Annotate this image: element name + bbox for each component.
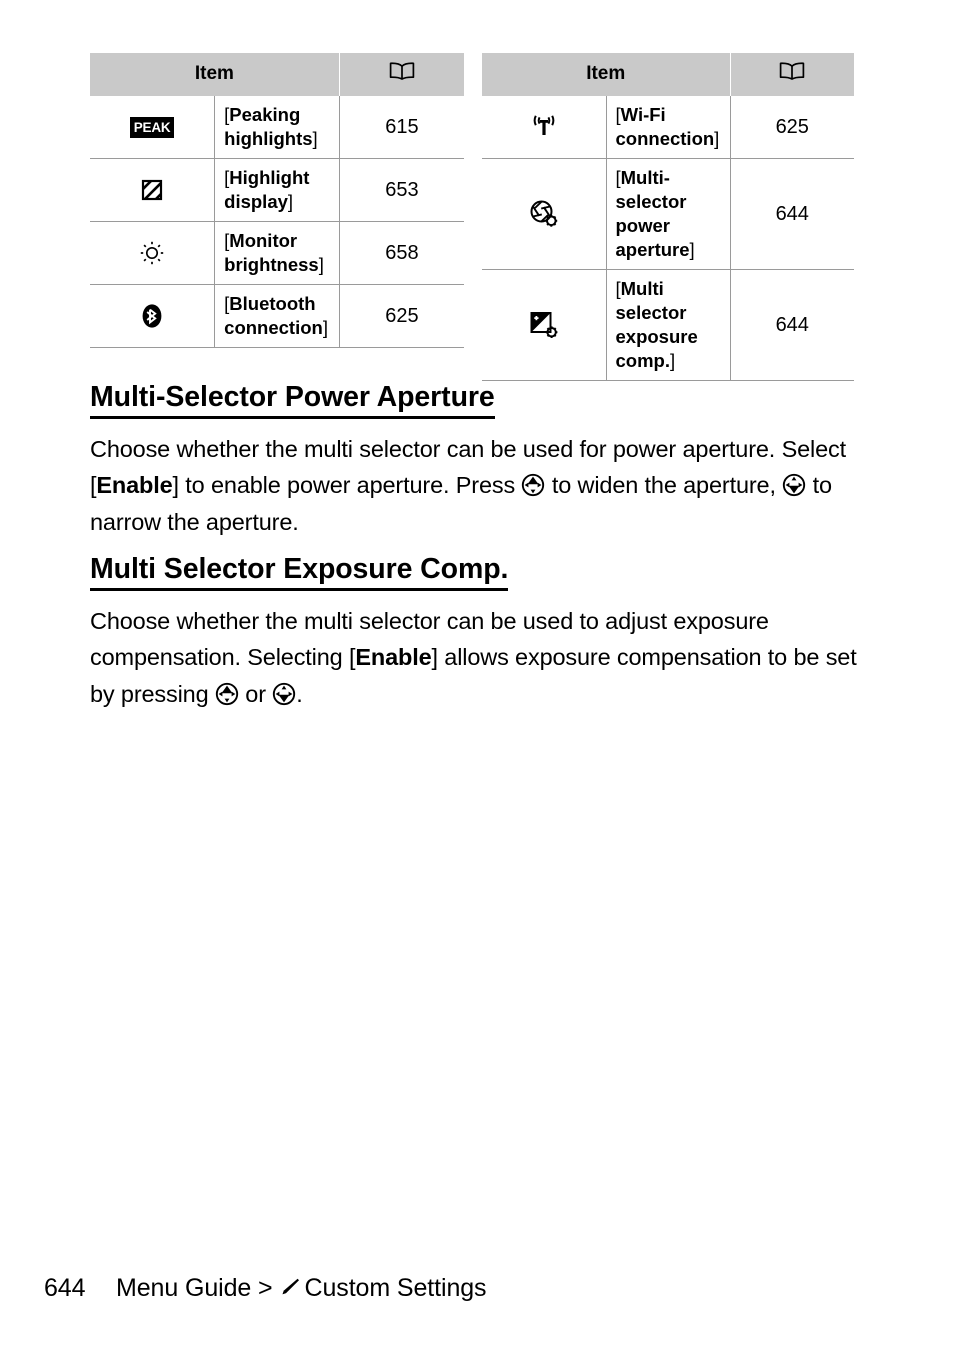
row-label-text: Wi-Fi connection xyxy=(615,104,715,150)
body-text-part-2: ] to enable power aperture. Press xyxy=(172,472,522,499)
row-icon-bluetooth-connection xyxy=(90,284,216,348)
row-page-reference: 625 xyxy=(339,284,464,348)
row-page-reference: 625 xyxy=(730,96,854,159)
section-body: Choose whether the multi selector can be… xyxy=(90,431,880,541)
reference-table-left: Item PEAK [Peaking highlights] 615 [High… xyxy=(90,53,464,349)
row-label-text: Monitor brightness xyxy=(224,230,319,276)
multi-selector-up-icon xyxy=(521,473,545,497)
section-heading: Multi Selector Exposure Comp. xyxy=(90,555,508,591)
row-page-reference: 615 xyxy=(339,96,464,159)
row-label-text: Bluetooth connection xyxy=(224,293,323,339)
table-bottom-rule xyxy=(90,347,464,349)
table-row: [Wi-Fi connection] 625 xyxy=(482,96,854,159)
row-label-text: Peaking highlights xyxy=(224,104,313,150)
multi-selector-down-icon xyxy=(272,682,296,706)
table-header-row: Item xyxy=(90,53,464,96)
row-page-reference: 658 xyxy=(339,221,464,285)
wifi-connection-icon xyxy=(529,114,559,140)
body-text-part-3: or xyxy=(238,680,273,707)
table-bottom-rule xyxy=(482,380,854,382)
reference-table-right: Item [Wi-Fi connection] 625 [Multi-selec… xyxy=(482,53,854,382)
row-label-text: Highlight display xyxy=(224,167,310,213)
section-multi-selector-exposure-comp: Multi Selector Exposure Comp. Choose whe… xyxy=(90,555,880,712)
row-label: [Multi-selector power aperture] xyxy=(606,158,731,270)
pencil-icon xyxy=(277,1275,301,1299)
column-header-item: Item xyxy=(482,53,731,96)
peaking-highlights-icon: PEAK xyxy=(129,116,175,139)
row-page-reference: 653 xyxy=(339,158,464,222)
section-multi-selector-power-aperture: Multi-Selector Power Aperture Choose whe… xyxy=(90,383,880,540)
highlight-display-icon xyxy=(140,178,164,202)
body-text-part-4: . xyxy=(296,680,303,707)
page-footer: 644 Menu Guide > Custom Settings xyxy=(44,1274,487,1303)
body-emphasis-enable: Enable xyxy=(355,644,432,671)
row-label-text: Multi-selector power aperture xyxy=(615,167,690,261)
table-row: [Monitor brightness] 658 xyxy=(90,221,464,285)
multi-selector-down-icon xyxy=(782,473,806,497)
table-header-row: Item xyxy=(482,53,854,96)
body-text-part-3: to widen the aperture, xyxy=(545,472,783,499)
row-icon-monitor-brightness xyxy=(90,221,216,285)
row-label-text: Multi selector exposure comp. xyxy=(615,278,698,372)
breadcrumb: Menu Guide > Custom Settings xyxy=(116,1274,487,1303)
table-row: [Multi selector exposure comp.] 644 xyxy=(482,269,854,381)
breadcrumb-prefix: Menu Guide > xyxy=(116,1274,273,1302)
row-label: [Peaking highlights] xyxy=(214,96,340,159)
book-icon xyxy=(779,62,805,80)
body-emphasis-enable: Enable xyxy=(96,472,173,499)
multi-selector-power-aperture-icon xyxy=(529,199,559,229)
breadcrumb-suffix: Custom Settings xyxy=(304,1274,487,1302)
row-label: [Multi selector exposure comp.] xyxy=(606,269,731,381)
section-body: Choose whether the multi selector can be… xyxy=(90,603,880,713)
table-row: [Bluetooth connection] 625 xyxy=(90,284,464,348)
row-label: [Highlight display] xyxy=(214,158,340,222)
monitor-brightness-icon xyxy=(139,240,165,266)
multi-selector-up-icon xyxy=(215,682,239,706)
row-icon-peaking-highlights: PEAK xyxy=(90,96,216,159)
row-icon-multi-selector-exposure-comp xyxy=(482,269,607,381)
row-label: [Bluetooth connection] xyxy=(214,284,340,348)
book-icon xyxy=(389,62,415,80)
row-label: [Wi-Fi connection] xyxy=(606,96,731,159)
table-row: [Multi-selector power aperture] 644 xyxy=(482,158,854,270)
section-heading: Multi-Selector Power Aperture xyxy=(90,383,495,419)
row-page-reference: 644 xyxy=(730,158,854,270)
table-row: PEAK [Peaking highlights] 615 xyxy=(90,96,464,159)
multi-selector-exposure-comp-icon xyxy=(529,310,559,340)
column-header-item: Item xyxy=(90,53,340,96)
row-page-reference: 644 xyxy=(730,269,854,381)
table-row: [Highlight display] 653 xyxy=(90,158,464,222)
footer-page-number: 644 xyxy=(44,1274,86,1302)
row-icon-wifi-connection xyxy=(482,96,607,159)
row-icon-highlight-display xyxy=(90,158,216,222)
column-header-page-reference xyxy=(339,53,464,96)
column-header-page-reference xyxy=(730,53,854,96)
bluetooth-connection-icon xyxy=(141,303,163,329)
row-label: [Monitor brightness] xyxy=(214,221,340,285)
row-icon-multi-selector-power-aperture xyxy=(482,158,607,270)
